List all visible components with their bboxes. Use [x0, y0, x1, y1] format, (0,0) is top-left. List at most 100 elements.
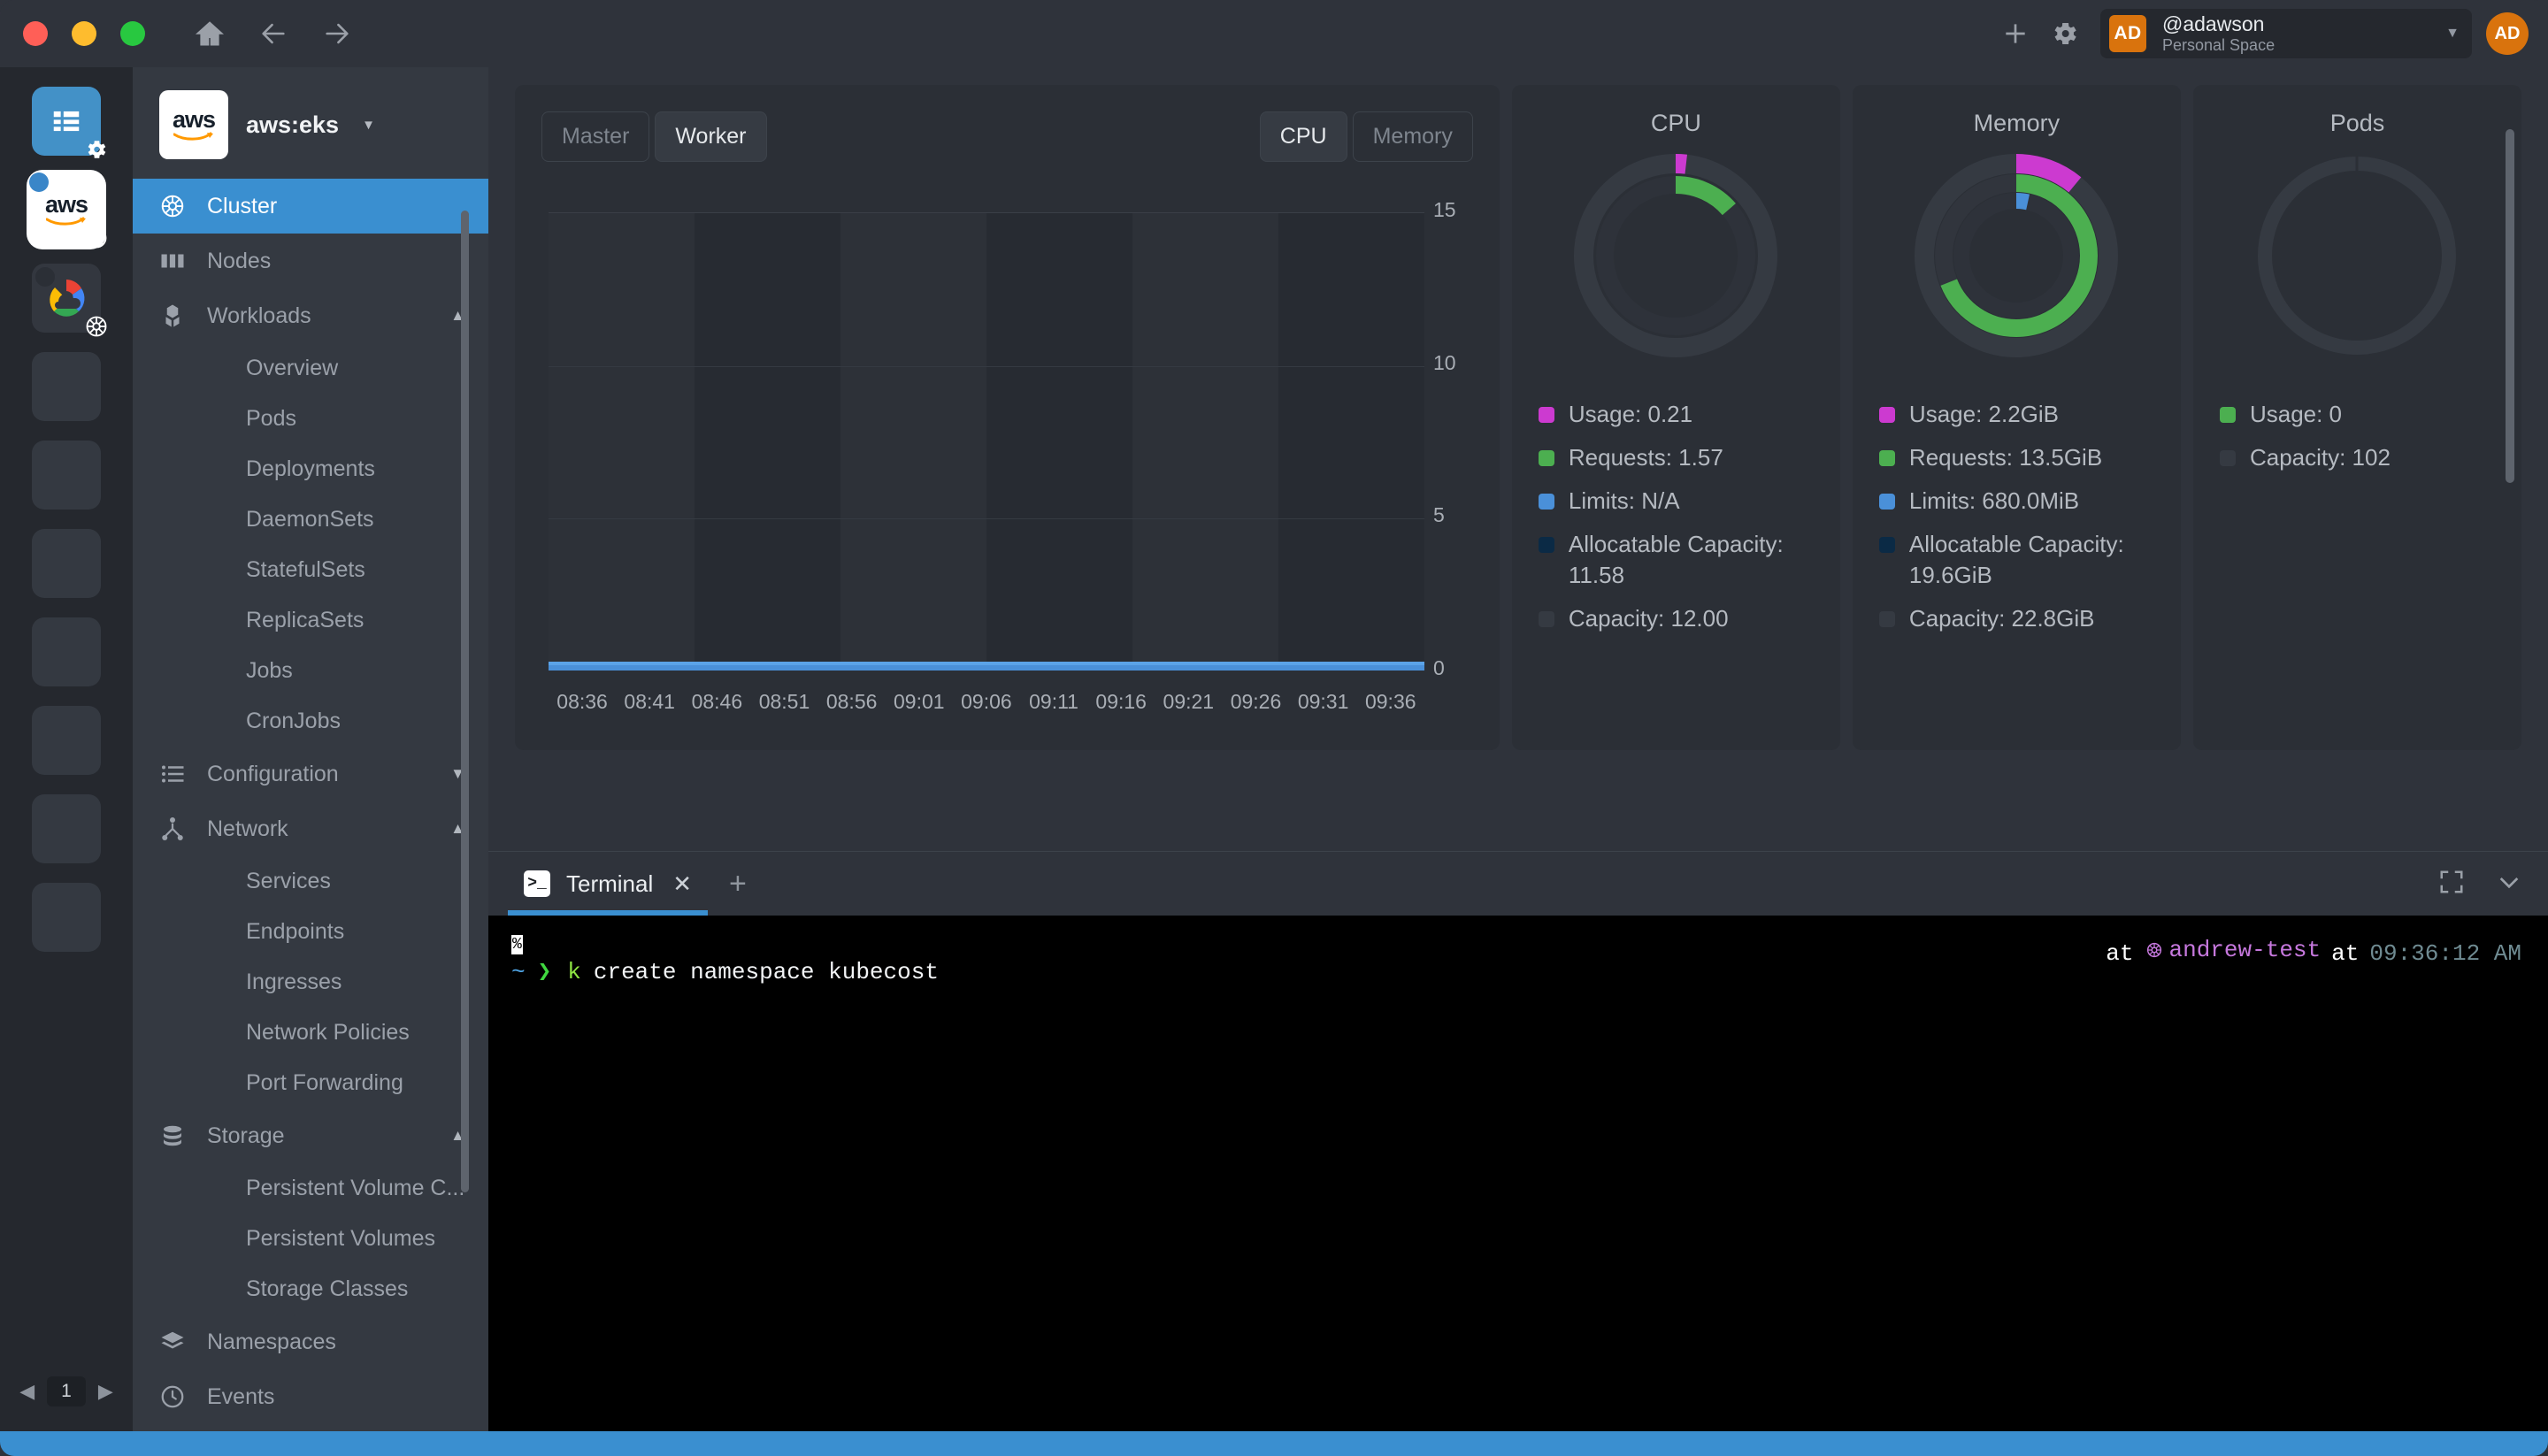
window-controls	[23, 21, 145, 46]
sidebar-item-namespaces[interactable]: Namespaces	[133, 1314, 488, 1369]
memory-legend: Usage: 2.2GiB Requests: 13.5GiB Limits: …	[1872, 399, 2161, 635]
terminal-status-right: at andrew-test at 09:36:12 AM	[2106, 937, 2521, 967]
prompt-marker: %	[511, 935, 523, 954]
close-icon[interactable]: ✕	[672, 870, 692, 898]
cpu-legend: Usage: 0.21 Requests: 1.57 Limits: N/A A…	[1531, 399, 1821, 635]
sidebar-group-network[interactable]: Network ▲	[133, 801, 488, 856]
sidebar-item-cluster[interactable]: Cluster	[133, 179, 488, 234]
x-axis-tick: 08:51	[758, 690, 810, 713]
sidebar-item-persistent-volumes[interactable]: Persistent Volumes	[133, 1214, 488, 1264]
sidebar-group-configuration[interactable]: Configuration ▼	[133, 747, 488, 801]
titlebar-actions: AD @adawson Personal Space ▼ AD	[1991, 9, 2548, 58]
sidebar: aws aws:eks ▼ Cluster Nodes Workloads ▲ …	[133, 67, 488, 1431]
page-next-button[interactable]: ▶	[98, 1380, 113, 1403]
sidebar-item-overview[interactable]: Overview	[133, 343, 488, 394]
maximize-window-button[interactable]	[120, 21, 145, 46]
chevron-down-icon[interactable]: ▼	[362, 118, 375, 133]
legend-item: Capacity: 102	[2219, 442, 2502, 473]
account-switcher[interactable]: AD @adawson Personal Space ▼	[2100, 9, 2472, 58]
terminal-output[interactable]: % ~ ❯ k create namespace kubecost at and…	[488, 916, 2548, 1431]
rail-item-empty[interactable]	[32, 617, 101, 686]
x-axis-tick: 08:56	[825, 690, 878, 713]
memory-filter-button[interactable]: Memory	[1352, 111, 1473, 162]
y-axis-tick: 15	[1433, 198, 1456, 221]
account-space: Personal Space	[2162, 35, 2276, 54]
x-axis-tick: 08:41	[624, 690, 675, 713]
back-arrow-icon[interactable]	[253, 13, 294, 54]
sidebar-item-jobs[interactable]: Jobs	[133, 646, 488, 696]
sidebar-item-events[interactable]: Events	[133, 1369, 488, 1424]
status-at-1: at	[2106, 940, 2134, 967]
worker-filter-button[interactable]: Worker	[655, 111, 767, 162]
sidebar-item-cronjobs[interactable]: CronJobs	[133, 696, 488, 747]
sidebar-item-port-forwarding[interactable]: Port Forwarding	[133, 1058, 488, 1108]
legend-swatch-capacity	[1878, 611, 1895, 628]
rail-item-empty[interactable]	[32, 706, 101, 775]
rail-item-dashboard[interactable]	[32, 87, 106, 158]
cluster-selector[interactable]: aws aws:eks ▼	[133, 67, 488, 179]
sidebar-nav: Cluster Nodes Workloads ▲ Overview Pods …	[133, 179, 488, 1431]
command-args: create namespace kubecost	[593, 959, 939, 985]
card-title: Pods	[2329, 110, 2385, 136]
sidebar-item-pods[interactable]: Pods	[133, 394, 488, 444]
sidebar-item-persistent-volume-claims[interactable]: Persistent Volume C...	[133, 1163, 488, 1214]
plus-icon[interactable]	[1991, 9, 2040, 58]
sidebar-item-deployments[interactable]: Deployments	[133, 444, 488, 494]
sidebar-item-statefulsets[interactable]: StatefulSets	[133, 545, 488, 595]
rail-item-empty[interactable]	[32, 883, 101, 952]
page-prev-button[interactable]: ◀	[19, 1380, 35, 1403]
rail-item-empty[interactable]	[32, 529, 101, 598]
x-axis-tick: 09:36	[1364, 690, 1416, 713]
chevron-down-icon[interactable]: ▼	[2445, 26, 2460, 42]
forward-arrow-icon[interactable]	[317, 13, 357, 54]
app-window: AD @adawson Personal Space ▼ AD aws ◀ 1 …	[0, 0, 2548, 1456]
gear-icon	[83, 136, 110, 163]
minimize-window-button[interactable]	[72, 21, 96, 46]
dashboard-row: Master Worker CPU Memory 0 5 10 15 08:36 08:…	[515, 85, 2521, 819]
master-filter-button[interactable]: Master	[541, 111, 650, 162]
sidebar-item-services[interactable]: Services	[133, 856, 488, 907]
legend-swatch-capacity	[1538, 611, 1554, 628]
rail-item-empty[interactable]	[32, 352, 101, 421]
rail-item-gcp-cluster[interactable]	[32, 264, 107, 337]
cluster-metrics-chart-card: Master Worker CPU Memory 0 5 10 15 08:36 08:…	[515, 85, 1500, 750]
sidebar-group-workloads[interactable]: Workloads ▲	[133, 288, 488, 343]
terminal-tab[interactable]: >_ Terminal ✕	[508, 852, 709, 916]
sidebar-item-endpoints[interactable]: Endpoints	[133, 907, 488, 957]
sidebar-group-storage[interactable]: Storage ▲	[133, 1108, 488, 1163]
cpu-timeseries-plot: 0 5 10 15 08:36 08:41 08:46 08:51 08:56 09:01 09:…	[549, 198, 1469, 713]
sidebar-item-network-policies[interactable]: Network Policies	[133, 1008, 488, 1058]
main-scrollbar[interactable]	[2506, 129, 2514, 483]
sidebar-item-ingresses[interactable]: Ingresses	[133, 957, 488, 1008]
sidebar-item-nodes[interactable]: Nodes	[133, 234, 488, 288]
chart-filters: Master Worker CPU Memory	[541, 111, 1473, 162]
legend-item: Usage: 0.21	[1538, 399, 1821, 430]
sidebar-scrollbar[interactable]	[461, 211, 469, 1192]
x-axis-labels: 08:36 08:41 08:46 08:51 08:56 09:01 09:06 09:11…	[549, 690, 1424, 714]
rail-item-empty[interactable]	[32, 441, 101, 510]
legend-label: Requests: 13.5GiB	[1908, 444, 2103, 471]
new-terminal-tab-button[interactable]: +	[729, 867, 747, 901]
cpu-filter-button[interactable]: CPU	[1259, 111, 1347, 162]
close-window-button[interactable]	[23, 21, 48, 46]
aws-smile-icon	[45, 217, 86, 226]
aws-logo-icon: aws	[159, 90, 228, 159]
rail-item-aws-cluster[interactable]: aws	[29, 172, 107, 249]
expand-icon[interactable]	[2438, 869, 2465, 900]
avatar: AD	[2109, 15, 2146, 52]
legend-swatch-limits	[1538, 494, 1554, 510]
sidebar-item-storage-classes[interactable]: Storage Classes	[133, 1264, 488, 1314]
sidebar-item-daemonsets[interactable]: DaemonSets	[133, 494, 488, 545]
gear-icon[interactable]	[2040, 9, 2090, 58]
workloads-icon	[157, 301, 188, 331]
home-icon[interactable]	[189, 13, 230, 54]
cpu-metric-card: CPU Usage: 0.21 Requests: 1.57 Limits: N…	[1511, 85, 1840, 750]
nodes-icon	[157, 246, 188, 276]
cluster-name: aws:eks	[246, 111, 340, 138]
rail-item-empty[interactable]	[32, 794, 101, 863]
profile-avatar[interactable]: AD	[2486, 12, 2529, 55]
x-axis-tick: 09:06	[961, 690, 1012, 713]
chevron-down-icon[interactable]	[2495, 868, 2523, 900]
node-type-toggle: Master Worker	[541, 111, 767, 162]
sidebar-item-replicasets[interactable]: ReplicaSets	[133, 595, 488, 646]
